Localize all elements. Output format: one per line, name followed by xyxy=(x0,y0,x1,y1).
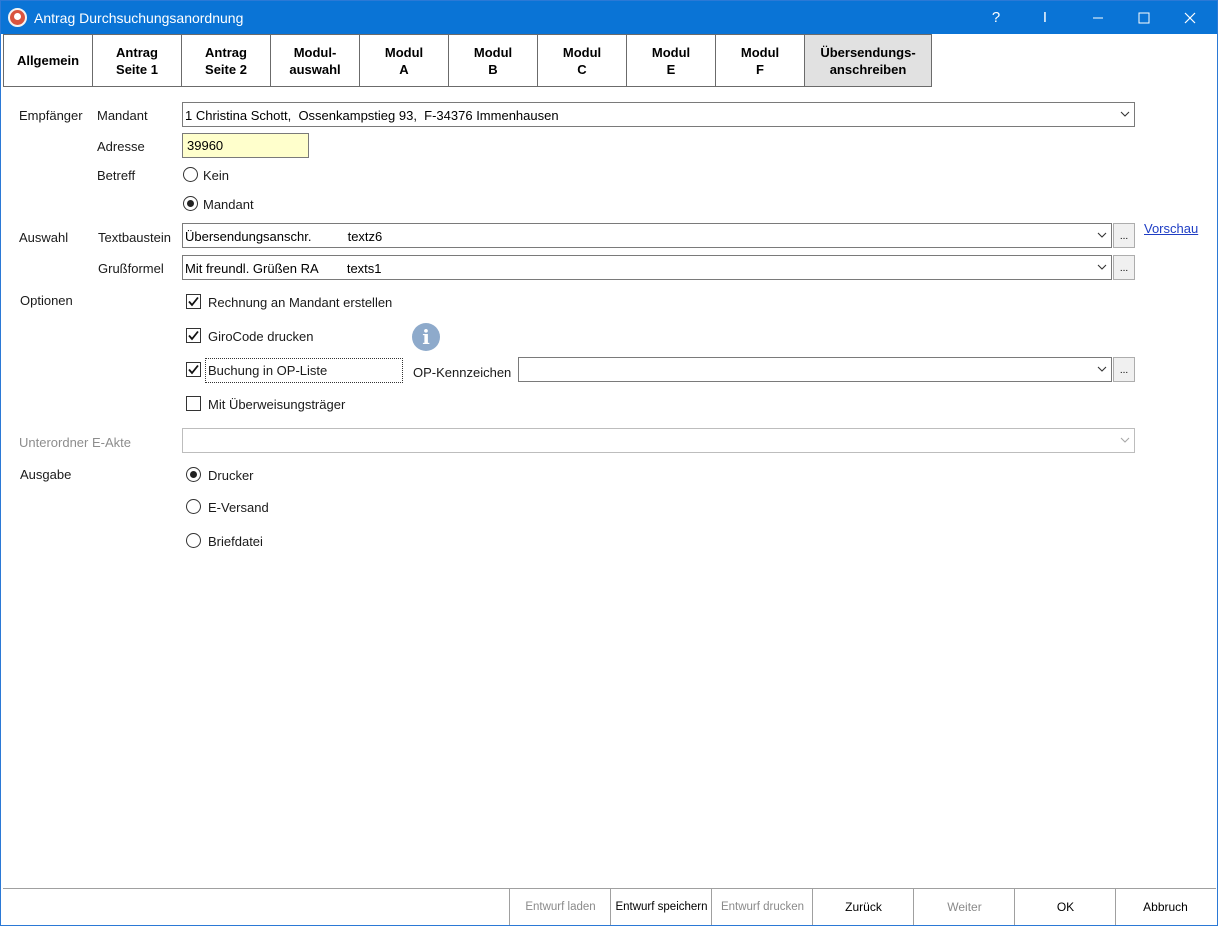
op-kennzeichen-label: OP-Kennzeichen xyxy=(413,365,512,380)
chevron-down-icon xyxy=(1120,437,1130,443)
textbaustein-select[interactable]: Übersendungsanschr. textz6 xyxy=(182,223,1112,248)
tab-modul-b[interactable]: Modul B xyxy=(448,34,538,87)
buchung-checkbox[interactable] xyxy=(186,362,201,377)
betreff-mandant-radio[interactable] xyxy=(183,196,198,211)
close-icon xyxy=(1184,12,1196,23)
weiter-button[interactable]: Weiter xyxy=(913,889,1015,925)
textbaustein-label: Textbaustein xyxy=(98,230,171,245)
mandant-select[interactable]: 1 Christina Schott, Ossenkampstieg 93, F… xyxy=(182,102,1135,127)
zurueck-button[interactable]: Zurück xyxy=(812,889,914,925)
auswahl-label: Auswahl xyxy=(19,230,69,245)
checkmark-icon xyxy=(188,296,199,307)
ausgabe-drucker-label: Drucker xyxy=(208,468,254,483)
adresse-label: Adresse xyxy=(97,139,145,154)
grussformel-select[interactable]: Mit freundl. Grüßen RA texts1 xyxy=(182,255,1112,280)
ausgabe-briefdatei-label: Briefdatei xyxy=(208,534,263,549)
maximize-icon xyxy=(1138,12,1150,23)
chevron-down-icon xyxy=(1120,111,1130,117)
ausgabe-label: Ausgabe xyxy=(20,467,72,482)
entwurf-laden-button[interactable]: Entwurf laden xyxy=(509,889,611,925)
textbaustein-browse-button[interactable]: ... xyxy=(1113,223,1135,248)
op-kennzeichen-browse-button[interactable]: ... xyxy=(1113,357,1135,382)
unterordner-select[interactable] xyxy=(182,428,1135,453)
help-button[interactable]: ? xyxy=(973,1,1019,34)
betreff-mandant-label: Mandant xyxy=(203,197,254,212)
entwurf-speichern-button[interactable]: Entwurf speichern xyxy=(610,889,712,925)
ausgabe-eversand-radio[interactable] xyxy=(186,499,201,514)
op-kennzeichen-select[interactable] xyxy=(518,357,1112,382)
betreff-label: Betreff xyxy=(97,168,136,183)
info-icon[interactable]: i xyxy=(412,323,440,351)
tab-modul-auswahl[interactable]: Modul- auswahl xyxy=(270,34,360,87)
ueberweisungstraeger-checkbox[interactable] xyxy=(186,396,201,411)
close-button[interactable] xyxy=(1167,1,1213,34)
grussformel-browse-button[interactable]: ... xyxy=(1113,255,1135,280)
grussformel-value: Mit freundl. Grüßen RA texts1 xyxy=(185,261,382,276)
ueberweisungstraeger-label: Mit Überweisungsträger xyxy=(208,397,346,412)
checkmark-icon xyxy=(188,364,199,375)
rechnung-checkbox[interactable] xyxy=(186,294,201,309)
tab-modul-f[interactable]: Modul F xyxy=(715,34,805,87)
minimize-button[interactable] xyxy=(1075,1,1121,34)
adresse-input[interactable]: 39960 xyxy=(182,133,309,158)
textbaustein-value: Übersendungsanschr. textz6 xyxy=(185,229,383,244)
maximize-button[interactable] xyxy=(1121,1,1167,34)
ausgabe-eversand-label: E-Versand xyxy=(208,500,269,515)
minimize-icon xyxy=(1093,17,1103,18)
vorschau-link[interactable]: Vorschau xyxy=(1144,221,1198,236)
entwurf-drucken-button[interactable]: Entwurf drucken xyxy=(711,889,813,925)
grussformel-label: Grußformel xyxy=(98,261,164,276)
betreff-kein-label: Kein xyxy=(203,168,230,183)
mandant-value: 1 Christina Schott, Ossenkampstieg 93, F… xyxy=(185,108,559,123)
window-title: Antrag Durchsuchungsanordnung xyxy=(34,10,244,26)
title-bar[interactable]: Antrag Durchsuchungsanordnung ? I xyxy=(1,1,1217,34)
tab-uebersendungsanschreiben[interactable]: Übersendungs- anschreiben xyxy=(804,34,932,87)
buchung-label: Buchung in OP-Liste xyxy=(208,363,328,378)
tab-antrag-seite-1[interactable]: Antrag Seite 1 xyxy=(92,34,182,87)
checkmark-icon xyxy=(188,330,199,341)
ausgabe-briefdatei-radio[interactable] xyxy=(186,533,201,548)
tab-modul-c[interactable]: Modul C xyxy=(537,34,627,87)
tab-allgemein[interactable]: Allgemein xyxy=(3,34,93,87)
rechnung-label: Rechnung an Mandant erstellen xyxy=(208,295,393,310)
optionen-label: Optionen xyxy=(20,293,73,308)
girocode-checkbox[interactable] xyxy=(186,328,201,343)
chevron-down-icon xyxy=(1097,232,1107,238)
unterordner-label: Unterordner E-Akte xyxy=(19,435,131,450)
mandant-label: Mandant xyxy=(97,108,148,123)
girocode-label: GiroCode drucken xyxy=(208,329,314,344)
abbruch-button[interactable]: Abbruch xyxy=(1115,889,1215,925)
pin-button[interactable]: I xyxy=(1022,1,1068,34)
chevron-down-icon xyxy=(1097,366,1107,372)
betreff-kein-radio[interactable] xyxy=(183,167,198,182)
ok-button[interactable]: OK xyxy=(1014,889,1116,925)
app-icon xyxy=(8,8,27,27)
tab-modul-a[interactable]: Modul A xyxy=(359,34,449,87)
ausgabe-drucker-radio[interactable] xyxy=(186,467,201,482)
tab-antrag-seite-2[interactable]: Antrag Seite 2 xyxy=(181,34,271,87)
empfaenger-label: Empfänger xyxy=(19,108,83,123)
footer-button-bar: Entwurf laden Entwurf speichern Entwurf … xyxy=(3,888,1216,925)
tab-modul-e[interactable]: Modul E xyxy=(626,34,716,87)
chevron-down-icon xyxy=(1097,264,1107,270)
dialog-window: Antrag Durchsuchungsanordnung ? I Allgem… xyxy=(0,0,1218,926)
